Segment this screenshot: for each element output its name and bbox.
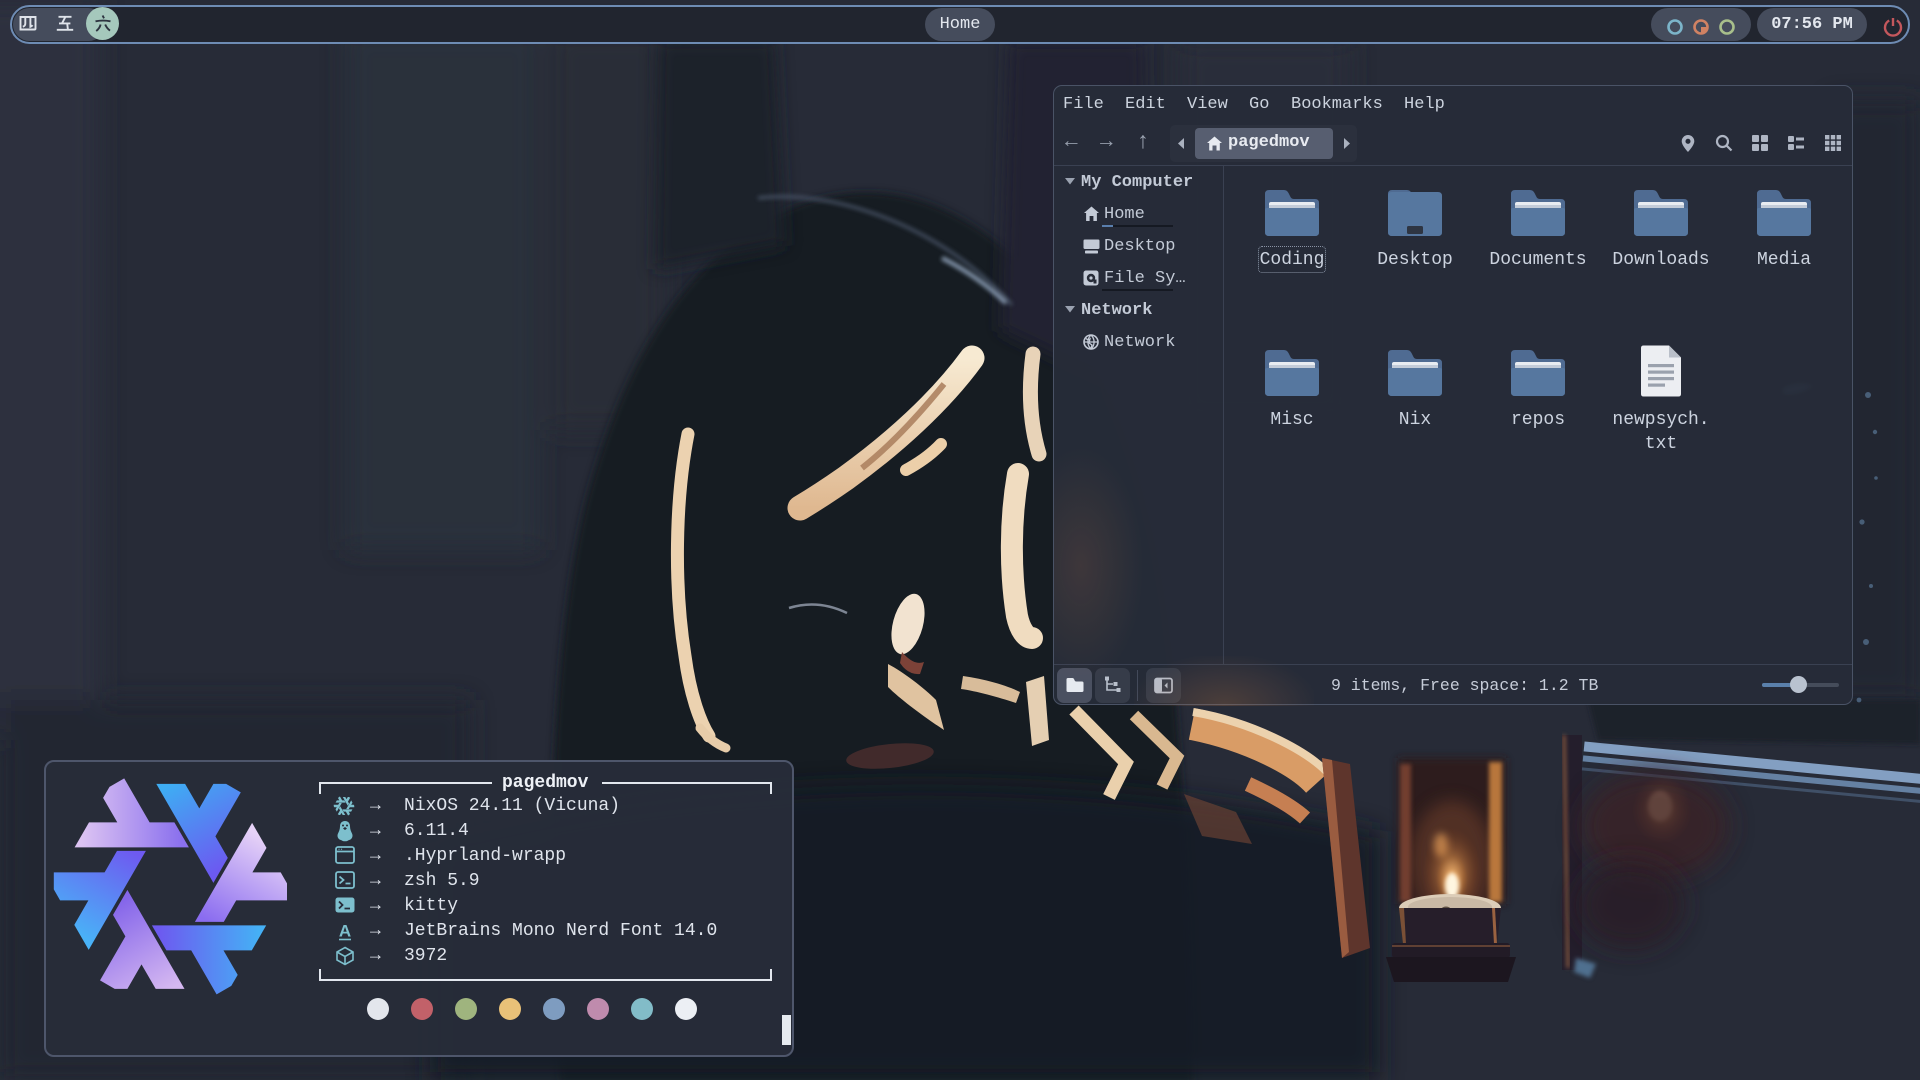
svg-text:A: A: [339, 922, 351, 941]
